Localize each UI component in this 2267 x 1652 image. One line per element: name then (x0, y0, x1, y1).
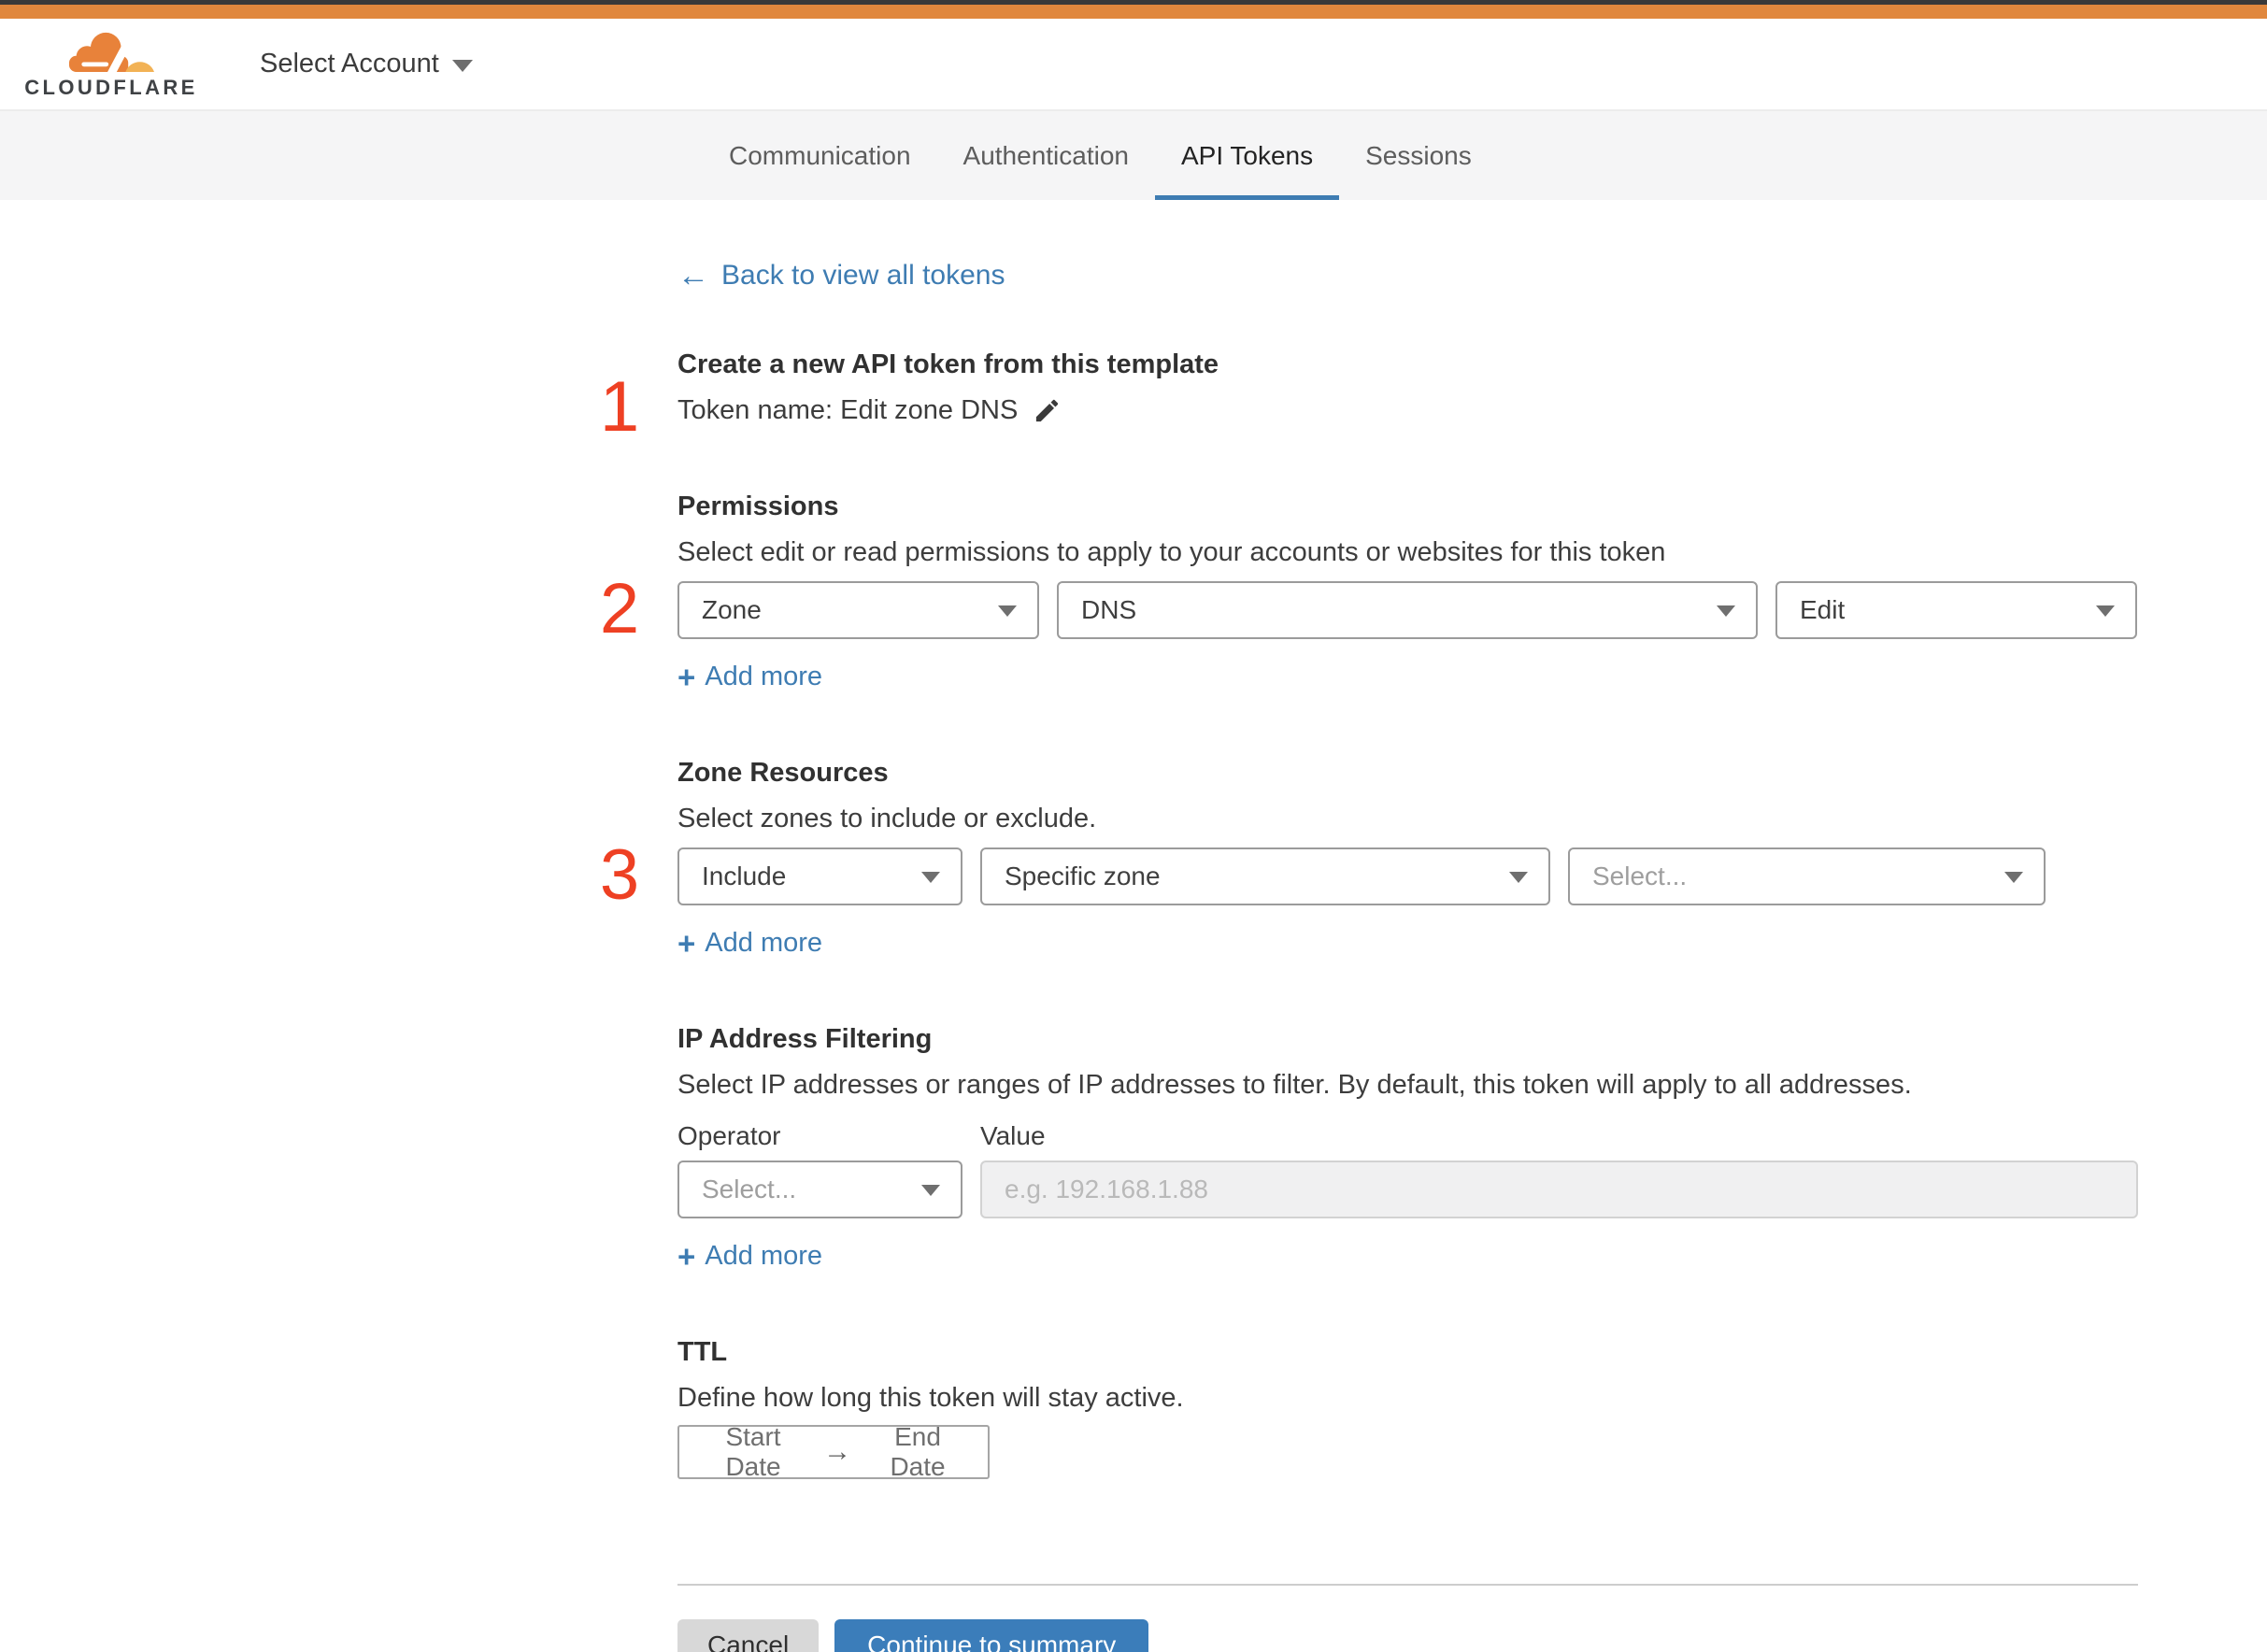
add-ip-filter-link[interactable]: + Add more (677, 1241, 822, 1272)
ip-operator-placeholder: Select... (702, 1175, 797, 1203)
chevron-down-icon (2004, 872, 2023, 883)
permissions-title: Permissions (677, 491, 839, 521)
zone-resource-zone-select[interactable]: Select... (1568, 847, 2046, 905)
cancel-button[interactable]: Cancel (677, 1619, 820, 1652)
ttl-description: Define how long this token will stay act… (677, 1383, 1184, 1413)
zone-resources-description: Select zones to include or exclude. (677, 804, 1097, 833)
value-label: Value (980, 1121, 1046, 1150)
back-link-label: Back to view all tokens (721, 260, 1005, 291)
plus-icon: + (677, 926, 696, 961)
operator-label: Operator (677, 1121, 781, 1150)
zone-resource-operator-select[interactable]: Include (677, 847, 962, 905)
ip-filtering-title: IP Address Filtering (677, 1024, 933, 1054)
left-arrow-icon: ← (677, 258, 709, 293)
permission-service-select[interactable]: DNS (1057, 581, 1758, 639)
footer-actions: Cancel Continue to summary (677, 1619, 2138, 1652)
cloudflare-logo[interactable]: CLOUDFLARE (19, 29, 204, 100)
continue-to-summary-button[interactable]: Continue to summary (834, 1619, 1149, 1652)
zone-resource-operator-value: Include (702, 862, 787, 890)
permission-access-select[interactable]: Edit (1775, 581, 2137, 639)
chevron-down-icon (1509, 872, 1528, 883)
tab-label: Communication (729, 140, 911, 170)
tab-communication[interactable]: Communication (703, 111, 937, 200)
step-marker-3: 3 (599, 835, 640, 915)
step-marker-1: 1 (599, 367, 640, 447)
ip-operator-select[interactable]: Select... (677, 1161, 962, 1218)
footer-divider (677, 1584, 2138, 1586)
zone-resource-type-select[interactable]: Specific zone (980, 847, 1550, 905)
chevron-down-icon (921, 1185, 940, 1196)
tab-sessions[interactable]: Sessions (1339, 111, 1498, 200)
token-name-text: Token name: Edit zone DNS (677, 395, 1019, 425)
add-permission-label: Add more (705, 662, 823, 691)
zone-resources-section: Zone Resources Select zones to include o… (600, 758, 2138, 959)
active-tab-underline (1155, 195, 1340, 200)
ttl-section: TTL Define how long this token will stay… (677, 1337, 2138, 1481)
account-selector-label: Select Account (260, 49, 439, 78)
account-selector-dropdown[interactable]: Select Account (260, 49, 473, 79)
zone-resource-zone-placeholder: Select... (1592, 862, 1688, 890)
plus-icon: + (677, 1239, 696, 1274)
end-date-label: End Date (890, 1422, 946, 1481)
edit-token-name-button[interactable] (1033, 396, 1062, 425)
ttl-title: TTL (677, 1337, 728, 1367)
ttl-date-range-picker[interactable]: Start Date → End Date (677, 1422, 990, 1481)
right-arrow-icon: → (823, 1436, 852, 1467)
create-token-section: 1 Create a new API token from this templ… (600, 349, 2138, 443)
zone-resources-title: Zone Resources (677, 758, 889, 788)
chevron-down-icon (998, 605, 1017, 617)
tab-label: Sessions (1365, 140, 1472, 170)
cloudflare-cloud-icon (68, 31, 154, 72)
chevron-down-icon (451, 60, 473, 72)
add-ip-filter-label: Add more (705, 1241, 823, 1271)
token-template-form: ← Back to view all tokens 1 Create a new… (600, 200, 2138, 1652)
ip-filtering-description: Select IP addresses or ranges of IP addr… (677, 1070, 1912, 1100)
add-permission-link[interactable]: + Add more (677, 662, 822, 692)
permissions-description: Select edit or read permissions to apply… (677, 537, 1666, 567)
add-zone-resource-label: Add more (705, 928, 823, 958)
tab-label: Authentication (962, 140, 1129, 170)
page-title: Create a new API token from this templat… (677, 349, 1219, 379)
add-zone-resource-link[interactable]: + Add more (677, 928, 822, 959)
permission-scope-select[interactable]: Zone (677, 581, 1039, 639)
permissions-section: Permissions Select edit or read permissi… (600, 491, 2138, 692)
zone-resource-type-value: Specific zone (1005, 862, 1161, 890)
pencil-icon (1036, 399, 1059, 422)
tab-label: API Tokens (1181, 140, 1314, 170)
profile-tabbar: Communication Authentication API Tokens … (0, 109, 2267, 200)
permission-scope-value: Zone (702, 595, 762, 624)
app-header: CLOUDFLARE Select Account (0, 19, 2267, 109)
step-marker-2: 2 (599, 569, 640, 648)
permission-access-value: Edit (1800, 595, 1846, 624)
plus-icon: + (677, 660, 696, 694)
chevron-down-icon (1717, 605, 1735, 617)
cloudflare-wordmark: CLOUDFLARE (24, 75, 198, 99)
tab-api-tokens[interactable]: API Tokens (1155, 111, 1340, 200)
tab-authentication[interactable]: Authentication (937, 111, 1155, 200)
permission-service-value: DNS (1081, 595, 1137, 624)
brand-accent-bar (0, 5, 2267, 19)
start-date-label: Start Date (725, 1422, 781, 1481)
back-to-tokens-link[interactable]: ← Back to view all tokens (677, 260, 1005, 292)
ip-value-input[interactable] (980, 1161, 2138, 1218)
ip-filtering-section: IP Address Filtering Select IP addresses… (677, 1024, 2138, 1272)
chevron-down-icon (921, 872, 940, 883)
chevron-down-icon (2096, 605, 2115, 617)
